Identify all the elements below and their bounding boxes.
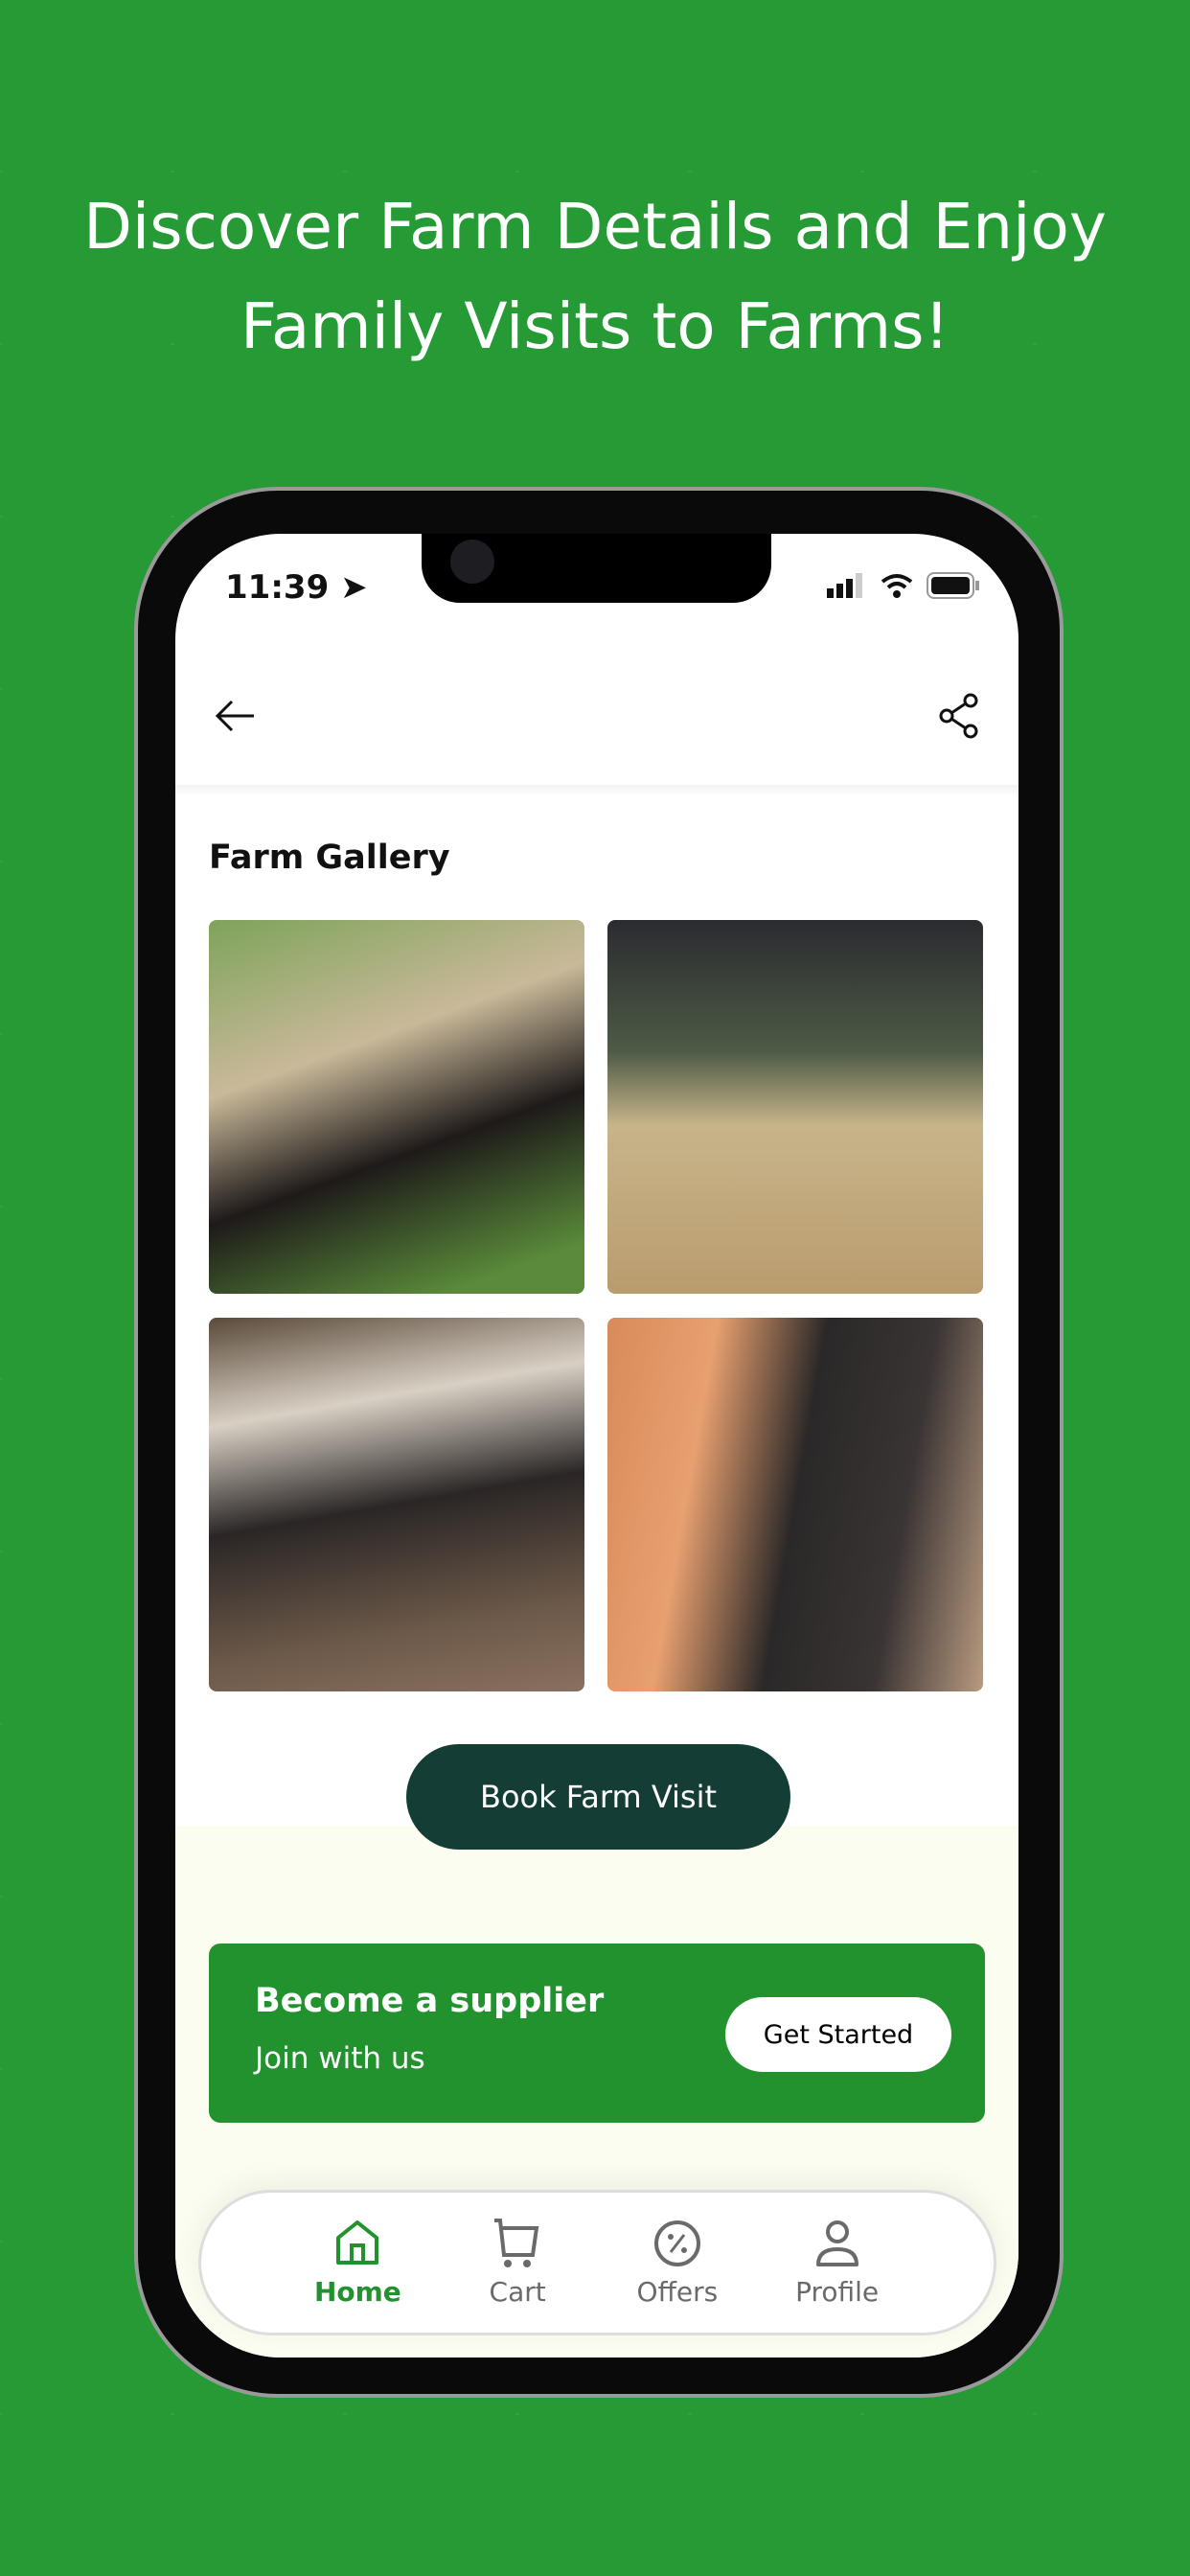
gallery-image-2[interactable] <box>607 920 983 1294</box>
nav-cart-label: Cart <box>489 2275 546 2308</box>
phone-screen: 11:39 ➤ Farm Gallery Book Farm Visit Bec… <box>175 534 1018 2358</box>
cart-icon <box>494 2218 539 2267</box>
nav-offers-label: Offers <box>636 2275 719 2308</box>
header-divider <box>175 785 1018 796</box>
profile-icon <box>815 2220 858 2266</box>
headline: Discover Farm Details and Enjoy Family V… <box>0 177 1190 377</box>
bottom-nav: Home Cart Offers Profile <box>198 2190 996 2335</box>
wifi-icon <box>881 574 913 598</box>
supplier-card: Become a supplier Join with us Get Start… <box>209 1944 985 2123</box>
location-icon: ➤ <box>340 568 368 607</box>
gallery-image-1[interactable] <box>209 920 584 1294</box>
time-text: 11:39 <box>225 568 330 607</box>
nav-profile[interactable]: Profile <box>770 2193 904 2333</box>
nav-home[interactable]: Home <box>290 2193 424 2333</box>
status-time: 11:39 ➤ <box>225 568 368 607</box>
supplier-subtitle: Join with us <box>255 2041 425 2076</box>
gallery-title: Farm Gallery <box>209 839 450 877</box>
nav-offers[interactable]: Offers <box>610 2193 744 2333</box>
gallery-image-3[interactable] <box>209 1318 584 1691</box>
signal-icon <box>827 573 862 598</box>
status-icons <box>827 572 980 599</box>
nav-cart[interactable]: Cart <box>450 2193 584 2333</box>
supplier-title: Become a supplier <box>255 1982 605 2020</box>
offers-icon <box>653 2220 700 2266</box>
back-arrow-icon[interactable] <box>211 692 259 740</box>
headline-line-2: Family Visits to Farms! <box>240 289 950 363</box>
notch <box>422 534 771 603</box>
home-icon <box>336 2220 379 2265</box>
gallery-image-4[interactable] <box>607 1318 983 1691</box>
camera <box>450 540 494 584</box>
nav-profile-label: Profile <box>795 2275 880 2308</box>
nav-home-label: Home <box>313 2275 401 2308</box>
battery-icon <box>927 572 979 599</box>
share-icon[interactable] <box>935 692 983 740</box>
get-started-button[interactable]: Get Started <box>725 1997 951 2072</box>
headline-line-1: Discover Farm Details and Enjoy <box>83 190 1107 264</box>
book-farm-visit-button[interactable]: Book Farm Visit <box>406 1744 790 1850</box>
